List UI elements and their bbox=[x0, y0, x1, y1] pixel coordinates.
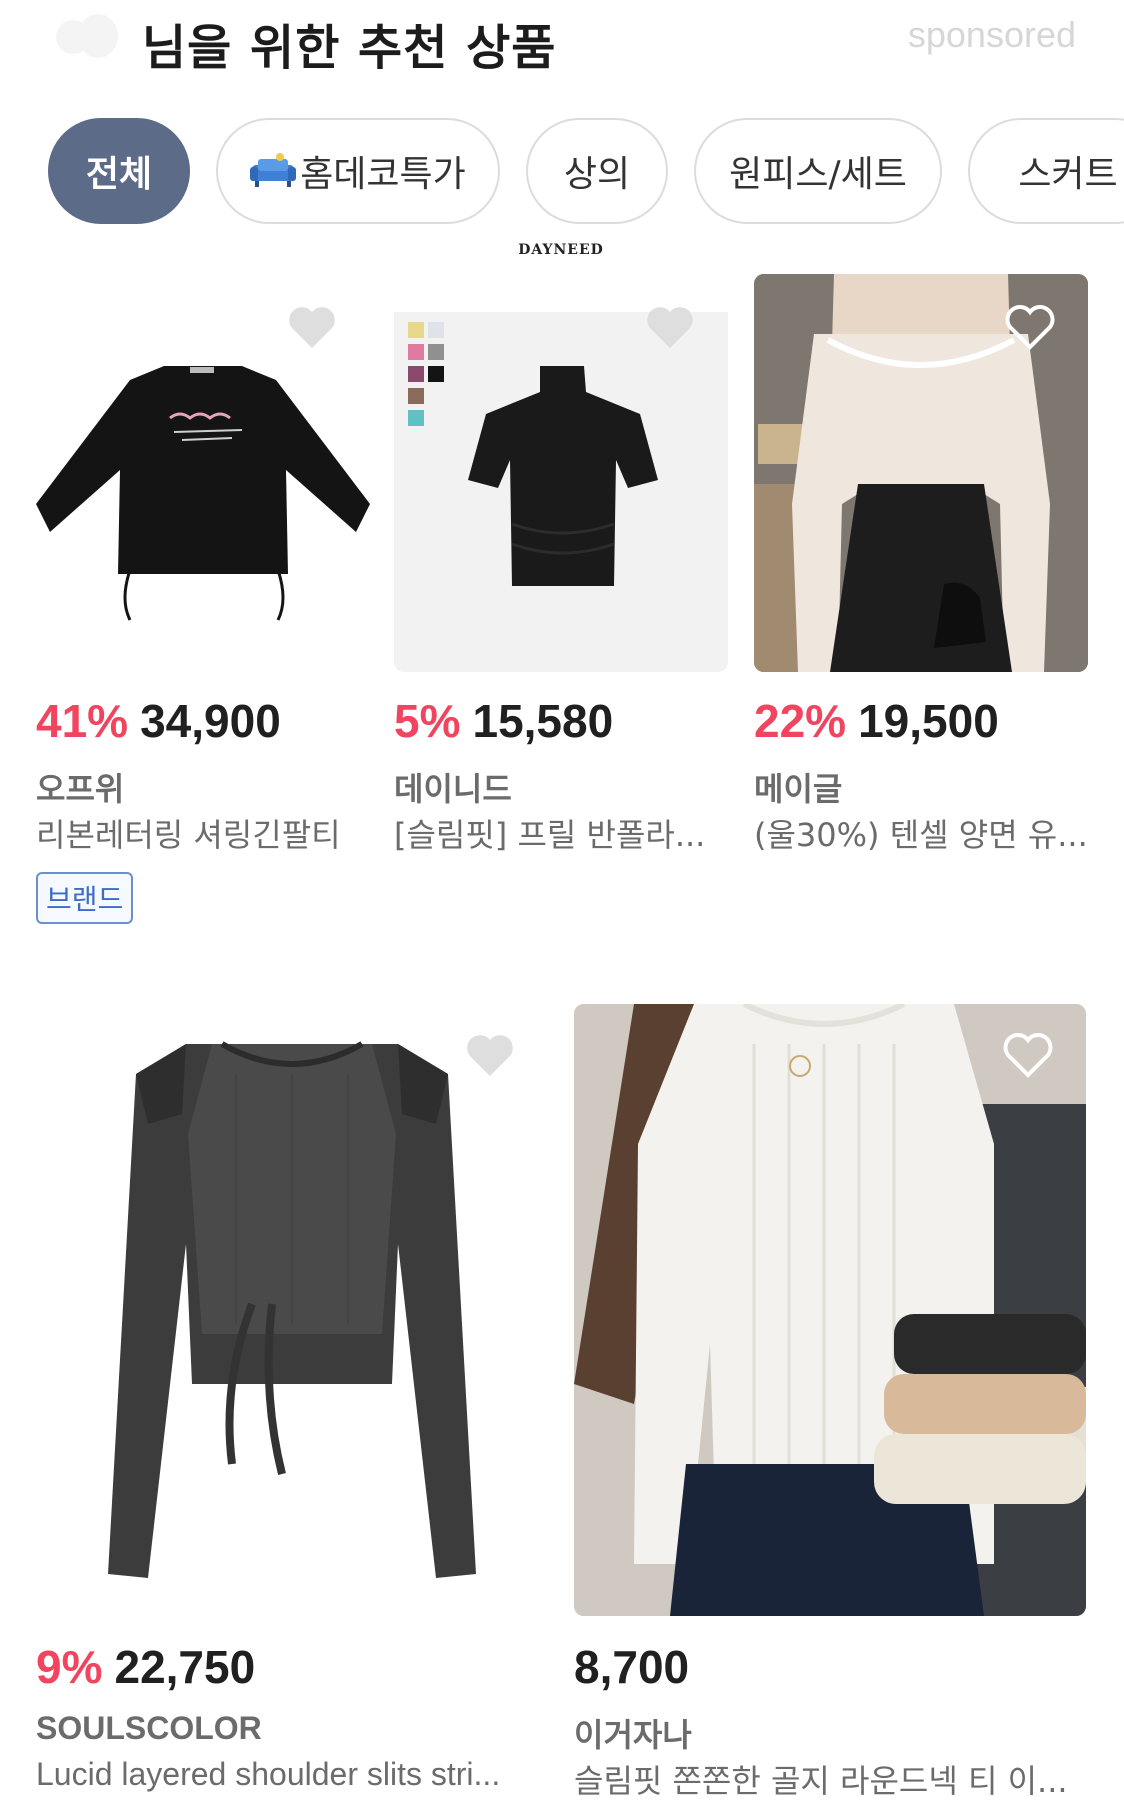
heart-icon[interactable] bbox=[644, 304, 696, 350]
heart-icon[interactable] bbox=[1002, 1032, 1054, 1078]
brand-logo: DAYNEED bbox=[518, 242, 604, 258]
price: 22,750 bbox=[114, 1641, 256, 1693]
chip-label: 원피스/세트 bbox=[729, 154, 907, 195]
product-name: 리본레터링 셔링긴팔티 bbox=[36, 816, 341, 854]
chip-skirt[interactable]: 스커트 bbox=[968, 118, 1124, 224]
brand-name: 이거자나 bbox=[574, 1716, 692, 1754]
price-row: 5% 15,580 bbox=[394, 694, 613, 748]
discount-rate: 5% bbox=[394, 695, 461, 747]
discount-rate: 22% bbox=[754, 695, 847, 747]
product-image bbox=[36, 1004, 548, 1616]
chip-label: 상의 bbox=[563, 154, 631, 195]
product-name: [슬림핏] 프릴 반폴라... bbox=[394, 816, 706, 854]
product-name: 슬림핏 쫀쫀한 골지 라운드넥 티 이... bbox=[574, 1762, 1068, 1800]
section-header: 님을 위한 추천 상품 sponsored bbox=[0, 0, 1124, 80]
product-image bbox=[574, 1004, 1086, 1616]
heart-icon[interactable] bbox=[286, 304, 338, 350]
discount-rate: 41% bbox=[36, 695, 129, 747]
product-card[interactable]: 41% 34,900 오프위 리본레터링 셔링긴팔티 브랜드 bbox=[36, 274, 370, 934]
product-name: (울30%) 텐셀 양면 유... bbox=[754, 816, 1088, 854]
product-card[interactable]: 9% 22,750 SOULSCOLOR Lucid layered should… bbox=[36, 1004, 548, 1804]
price-row: 41% 34,900 bbox=[36, 694, 281, 748]
price: 8,700 bbox=[574, 1641, 690, 1693]
brand-name: 메이글 bbox=[754, 770, 843, 808]
chip-label: 스커트 bbox=[1018, 154, 1118, 195]
user-avatar bbox=[56, 14, 118, 64]
brand-name: SOULSCOLOR bbox=[36, 1710, 262, 1746]
chip-all[interactable]: 전체 bbox=[48, 118, 190, 224]
chip-label: 전체 bbox=[85, 154, 153, 195]
price: 19,500 bbox=[858, 695, 999, 747]
product-name: Lucid layered shoulder slits stri... bbox=[36, 1756, 501, 1792]
price: 15,580 bbox=[472, 695, 614, 747]
product-card[interactable]: DAYNEED 5% 15,580 데이니드 [슬림핏] 프릴 반폴라... bbox=[394, 242, 728, 854]
chip-label: 홈데코특가 bbox=[300, 154, 466, 195]
chip-dress-set[interactable]: 원피스/세트 bbox=[694, 118, 942, 224]
product-card[interactable]: 8,700 이거자나 슬림핏 쫀쫀한 골지 라운드넥 티 이... bbox=[574, 1004, 1086, 1804]
heart-icon[interactable] bbox=[1004, 304, 1056, 350]
product-card[interactable]: 22% 19,500 메이글 (울30%) 텐셀 양면 유... bbox=[754, 274, 1088, 854]
price: 34,900 bbox=[140, 695, 281, 747]
brand-name: 데이니드 bbox=[394, 770, 512, 808]
section-title: 님을 위한 추천 상품 bbox=[142, 20, 557, 76]
chip-tops[interactable]: 상의 bbox=[526, 118, 668, 224]
chip-home-deco[interactable]: 홈데코특가 bbox=[216, 118, 500, 224]
discount-rate: 9% bbox=[36, 1641, 103, 1693]
category-chips: 전체 홈데코특가 상의 원피스/세트 스커트 bbox=[0, 118, 1124, 228]
heart-icon[interactable] bbox=[464, 1032, 516, 1078]
sofa-icon bbox=[250, 153, 297, 189]
price-row: 9% 22,750 bbox=[36, 1640, 255, 1694]
brand-badge: 브랜드 bbox=[36, 872, 134, 924]
price-row: 8,700 bbox=[574, 1640, 689, 1694]
sponsored-label: sponsored bbox=[907, 14, 1076, 55]
price-row: 22% 19,500 bbox=[754, 694, 999, 748]
brand-name: 오프위 bbox=[36, 770, 125, 808]
